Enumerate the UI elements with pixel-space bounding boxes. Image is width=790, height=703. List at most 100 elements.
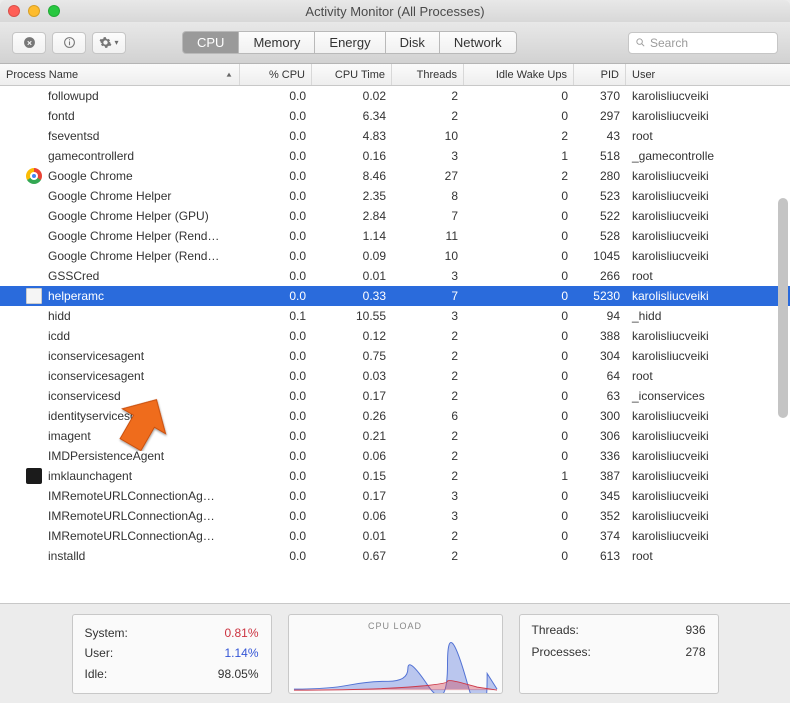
table-row[interactable]: installd0.00.6720613root [0, 546, 790, 566]
process-table[interactable]: followupd0.00.0220370karolisliucveikifon… [0, 86, 790, 603]
cell-threads: 8 [392, 189, 464, 203]
cell-threads: 6 [392, 409, 464, 423]
term-app-icon [26, 468, 42, 484]
table-row[interactable]: Google Chrome Helper (Rend…0.01.14110528… [0, 226, 790, 246]
cell-threads: 3 [392, 509, 464, 523]
table-row[interactable]: GSSCred0.00.0130266root [0, 266, 790, 286]
tab-bar: CPU Memory Energy Disk Network [182, 31, 517, 54]
tab-cpu[interactable]: CPU [182, 31, 238, 54]
scrollbar-thumb[interactable] [778, 198, 788, 418]
process-name-cell: installd [0, 549, 240, 563]
cell-time: 10.55 [312, 309, 392, 323]
cell-user: karolisliucveiki [626, 169, 790, 183]
info-icon [63, 36, 76, 49]
cell-wake: 0 [464, 209, 574, 223]
tab-disk[interactable]: Disk [385, 31, 439, 54]
col-user[interactable]: User [626, 64, 790, 85]
table-row[interactable]: Google Chrome Helper0.02.3580523karolisl… [0, 186, 790, 206]
table-row[interactable]: IMDPersistenceAgent0.00.0620336karolisli… [0, 446, 790, 466]
table-row[interactable]: gamecontrollerd0.00.1631518_gamecontroll… [0, 146, 790, 166]
table-row[interactable]: hidd0.110.553094_hidd [0, 306, 790, 326]
table-row[interactable]: Google Chrome0.08.46272280karolisliucvei… [0, 166, 790, 186]
cell-threads: 2 [392, 549, 464, 563]
table-row[interactable]: Google Chrome Helper (GPU)0.02.8470522ka… [0, 206, 790, 226]
cell-cpu: 0.0 [240, 429, 312, 443]
stop-icon [23, 36, 36, 49]
table-row[interactable]: IMRemoteURLConnectionAg…0.00.1730345karo… [0, 486, 790, 506]
cell-cpu: 0.0 [240, 449, 312, 463]
maximize-button[interactable] [48, 5, 60, 17]
cell-wake: 1 [464, 149, 574, 163]
cell-cpu: 0.0 [240, 529, 312, 543]
cell-cpu: 0.0 [240, 349, 312, 363]
counts-panel: Threads:936 Processes:278 [519, 614, 719, 694]
col-process-name[interactable]: Process Name [0, 64, 240, 85]
table-row[interactable]: iconservicesagent0.00.7520304karolisliuc… [0, 346, 790, 366]
table-row[interactable]: iconservicesd0.00.172063_iconservices [0, 386, 790, 406]
process-name-cell: Google Chrome Helper (Rend… [0, 249, 240, 263]
cell-time: 0.33 [312, 289, 392, 303]
tab-network[interactable]: Network [439, 31, 517, 54]
table-row[interactable]: fseventsd0.04.8310243root [0, 126, 790, 146]
threads-label: Threads: [532, 623, 579, 637]
cell-pid: 297 [574, 109, 626, 123]
cell-user: karolisliucveiki [626, 329, 790, 343]
cell-pid: 370 [574, 89, 626, 103]
search-input[interactable]: Search [628, 32, 778, 54]
cell-threads: 7 [392, 289, 464, 303]
table-row[interactable]: Google Chrome Helper (Rend…0.00.09100104… [0, 246, 790, 266]
col-threads[interactable]: Threads [392, 64, 464, 85]
cell-user: root [626, 369, 790, 383]
process-name-cell: Google Chrome Helper (Rend… [0, 229, 240, 243]
idle-label: Idle: [85, 667, 108, 681]
col-pid[interactable]: PID [574, 64, 626, 85]
process-name-cell: helperamc [0, 288, 240, 304]
tab-energy[interactable]: Energy [314, 31, 384, 54]
table-row[interactable]: IMRemoteURLConnectionAg…0.00.0630352karo… [0, 506, 790, 526]
cell-cpu: 0.0 [240, 129, 312, 143]
info-button[interactable] [52, 32, 86, 54]
table-row[interactable]: IMRemoteURLConnectionAg…0.00.0120374karo… [0, 526, 790, 546]
cell-cpu: 0.0 [240, 269, 312, 283]
cell-threads: 3 [392, 149, 464, 163]
cell-cpu: 0.0 [240, 109, 312, 123]
settings-button[interactable]: ▾ [92, 32, 126, 54]
cell-cpu: 0.0 [240, 409, 312, 423]
table-row[interactable]: imklaunchagent0.00.1521387karolisliucvei… [0, 466, 790, 486]
cell-cpu: 0.0 [240, 489, 312, 503]
table-row[interactable]: helperamc0.00.33705230karolisliucveiki [0, 286, 790, 306]
cell-wake: 0 [464, 549, 574, 563]
table-row[interactable]: fontd0.06.3420297karolisliucveiki [0, 106, 790, 126]
processes-label: Processes: [532, 645, 591, 659]
col-cpu[interactable]: % CPU [240, 64, 312, 85]
process-name-cell: identityservicesd [0, 409, 240, 423]
cell-pid: 387 [574, 469, 626, 483]
cell-cpu: 0.0 [240, 249, 312, 263]
table-row[interactable]: followupd0.00.0220370karolisliucveiki [0, 86, 790, 106]
cell-wake: 0 [464, 109, 574, 123]
cell-wake: 0 [464, 329, 574, 343]
file-app-icon [26, 288, 42, 304]
cell-user: karolisliucveiki [626, 89, 790, 103]
scrollbar[interactable] [776, 88, 788, 601]
cell-cpu: 0.0 [240, 209, 312, 223]
cell-wake: 0 [464, 429, 574, 443]
table-row[interactable]: iconservicesagent0.00.032064root [0, 366, 790, 386]
process-name-cell: IMDPersistenceAgent [0, 449, 240, 463]
cell-user: karolisliucveiki [626, 109, 790, 123]
table-row[interactable]: imagent0.00.2120306karolisliucveiki [0, 426, 790, 446]
stop-process-button[interactable] [12, 32, 46, 54]
cell-pid: 518 [574, 149, 626, 163]
search-icon [635, 37, 646, 48]
processes-value: 278 [685, 645, 705, 659]
col-idle-wake-ups[interactable]: Idle Wake Ups [464, 64, 574, 85]
minimize-button[interactable] [28, 5, 40, 17]
tab-memory[interactable]: Memory [238, 31, 314, 54]
table-row[interactable]: identityservicesd0.00.2660300karolisliuc… [0, 406, 790, 426]
cell-threads: 3 [392, 489, 464, 503]
close-button[interactable] [8, 5, 20, 17]
col-cpu-time[interactable]: CPU Time [312, 64, 392, 85]
cell-cpu: 0.0 [240, 509, 312, 523]
window-controls [8, 5, 60, 17]
table-row[interactable]: icdd0.00.1220388karolisliucveiki [0, 326, 790, 346]
